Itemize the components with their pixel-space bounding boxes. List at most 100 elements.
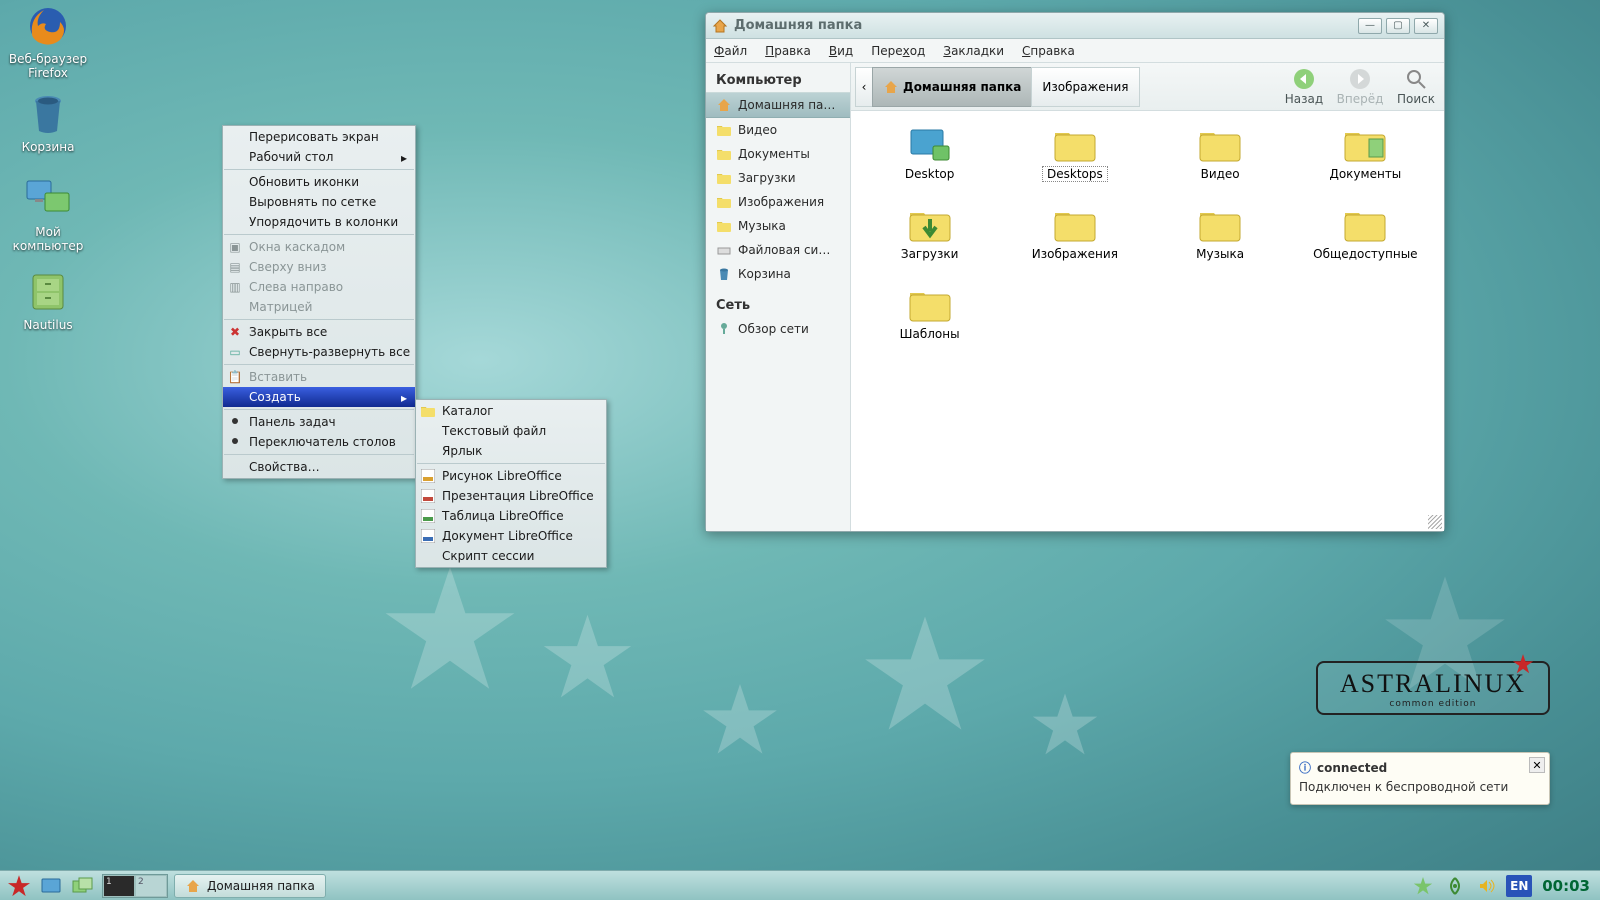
bg-star (700, 680, 780, 760)
path-nav-left[interactable]: ‹ (855, 67, 873, 107)
menu-bookmarks[interactable]: Закладки (943, 44, 1004, 58)
window-title: Домашняя папка (734, 18, 1354, 33)
astralinux-logo: ASTRALINUX common edition (1316, 661, 1550, 715)
show-desktop-button[interactable] (38, 874, 64, 898)
lo-writer-icon (420, 528, 436, 544)
lo-draw-icon (420, 468, 436, 484)
resize-handle[interactable] (1428, 515, 1442, 529)
submenu-lo-draw[interactable]: Рисунок LibreOffice (416, 466, 606, 486)
icon-view[interactable]: Desktop Desktops Видео Документы Загрузк… (851, 111, 1444, 531)
file-public[interactable]: Общедоступные (1297, 203, 1434, 281)
desktop-icon-computer[interactable]: Мой компьютер (2, 175, 94, 253)
desktop-icon-trash[interactable]: Корзина (2, 90, 94, 154)
menu-properties[interactable]: Свойства… (223, 457, 415, 477)
home-icon (716, 97, 732, 113)
file-images[interactable]: Изображения (1006, 203, 1143, 281)
menu-top-down: ▤Сверху вниз (223, 257, 415, 277)
file-desktop[interactable]: Desktop (861, 123, 998, 201)
sidebar-item-images[interactable]: Изображения (706, 190, 850, 214)
submenu-folder[interactable]: Каталог (416, 401, 606, 421)
breadcrumb-images[interactable]: Изображения (1031, 67, 1139, 107)
workspace-pager[interactable]: 1 2 (102, 874, 168, 898)
menu-refresh-icons[interactable]: Обновить иконки (223, 172, 415, 192)
check-icon (232, 418, 238, 424)
brand-edition: common edition (1340, 699, 1526, 709)
sidebar-item-downloads[interactable]: Загрузки (706, 166, 850, 190)
file-video[interactable]: Видео (1152, 123, 1289, 201)
desktop-icon-firefox[interactable]: Веб-браузер Firefox (2, 2, 94, 80)
bg-star (540, 610, 635, 705)
submenu-lo-impress[interactable]: Презентация LibreOffice (416, 486, 606, 506)
file-templates[interactable]: Шаблоны (861, 283, 998, 361)
file-documents[interactable]: Документы (1297, 123, 1434, 201)
sidebar-item-video[interactable]: Видео (706, 118, 850, 142)
bg-star (1030, 690, 1100, 760)
red-star-icon (1512, 653, 1534, 675)
tray-volume-icon[interactable] (1474, 874, 1500, 898)
sidebar-header-network: Сеть (706, 294, 850, 317)
menu-desktop[interactable]: Рабочий стол▸ (223, 147, 415, 167)
menu-redraw[interactable]: Перерисовать экран (223, 127, 415, 147)
close-button[interactable]: ✕ (1414, 18, 1438, 34)
menu-file[interactable]: Файл (714, 44, 747, 58)
sidebar-item-trash[interactable]: Корзина (706, 262, 850, 286)
menu-go[interactable]: Переход (871, 44, 925, 58)
windows-button[interactable] (70, 874, 96, 898)
menubar: Файл Правка Вид Переход Закладки Справка (706, 39, 1444, 63)
submenu-link[interactable]: Ярлык (416, 441, 606, 461)
folder-icon (1051, 123, 1099, 165)
taskbar-window-home[interactable]: Домашняя папка (174, 874, 326, 898)
menu-view[interactable]: Вид (829, 44, 853, 58)
sidebar-item-music[interactable]: Музыка (706, 214, 850, 238)
sidebar: Компьютер Домашняя па… Видео Документы З… (706, 63, 851, 531)
trash-icon (24, 90, 72, 138)
menu-close-all[interactable]: ✖Закрыть все (223, 322, 415, 342)
computer-icon (24, 175, 72, 223)
sidebar-item-documents[interactable]: Документы (706, 142, 850, 166)
submenu-session[interactable]: Скрипт сессии (416, 546, 606, 566)
menu-help[interactable]: Справка (1022, 44, 1075, 58)
sidebar-item-network[interactable]: Обзор сети (706, 317, 850, 341)
menu-taskbar[interactable]: Панель задач (223, 412, 415, 432)
folder-icon (716, 194, 732, 210)
toolbar-search[interactable]: Поиск (1388, 68, 1444, 106)
sidebar-item-filesystem[interactable]: Файловая си… (706, 238, 850, 262)
start-button[interactable] (6, 874, 32, 898)
workspace-2[interactable]: 2 (135, 875, 167, 897)
minimize-button[interactable]: — (1358, 18, 1382, 34)
menu-edit[interactable]: Правка (765, 44, 811, 58)
clock[interactable]: 00:03 (1538, 877, 1594, 895)
menu-sort-columns[interactable]: Упорядочить в колонки (223, 212, 415, 232)
file-downloads[interactable]: Загрузки (861, 203, 998, 281)
sidebar-item-home[interactable]: Домашняя па… (706, 92, 850, 118)
submenu-lo-writer[interactable]: Документ LibreOffice (416, 526, 606, 546)
notification-body: Подключен к беспроводной сети (1299, 780, 1541, 794)
keyboard-layout[interactable]: EN (1506, 875, 1532, 897)
menu-create[interactable]: Создать▸ (223, 387, 415, 407)
notification-title: connected (1317, 761, 1387, 775)
tray-network-icon[interactable] (1442, 874, 1468, 898)
label: Корзина (2, 140, 94, 154)
breadcrumb-home[interactable]: Домашняя папка (872, 67, 1032, 107)
info-icon: ⓘ (1299, 759, 1311, 776)
maximize-button[interactable]: ▢ (1386, 18, 1410, 34)
menu-align-grid[interactable]: Выровнять по сетке (223, 192, 415, 212)
toolbar-back[interactable]: Назад (1276, 68, 1332, 106)
notification-close[interactable]: ✕ (1529, 757, 1545, 773)
file-desktops[interactable]: Desktops (1006, 123, 1143, 201)
menu-toggle-all[interactable]: ▭Свернуть-развернуть все (223, 342, 415, 362)
workspace-1[interactable]: 1 (103, 875, 135, 897)
desktop-icon-nautilus[interactable]: Nautilus (2, 268, 94, 332)
file-music[interactable]: Музыка (1152, 203, 1289, 281)
menu-pager[interactable]: Переключатель столов (223, 432, 415, 452)
tray-update-icon[interactable] (1410, 874, 1436, 898)
taskbar: 1 2 Домашняя папка EN 00:03 (0, 870, 1600, 900)
titlebar[interactable]: Домашняя папка — ▢ ✕ (706, 13, 1444, 39)
brand-name: ASTRALINUX (1340, 669, 1526, 699)
submenu-textfile[interactable]: Текстовый файл (416, 421, 606, 441)
folder-icon (716, 218, 732, 234)
desktop-context-menu: Перерисовать экран Рабочий стол▸ Обновит… (222, 125, 416, 479)
pathbar: ‹ Домашняя папка Изображения Назад Вперё… (851, 63, 1444, 111)
folder-icon (1341, 203, 1389, 245)
submenu-lo-calc[interactable]: Таблица LibreOffice (416, 506, 606, 526)
